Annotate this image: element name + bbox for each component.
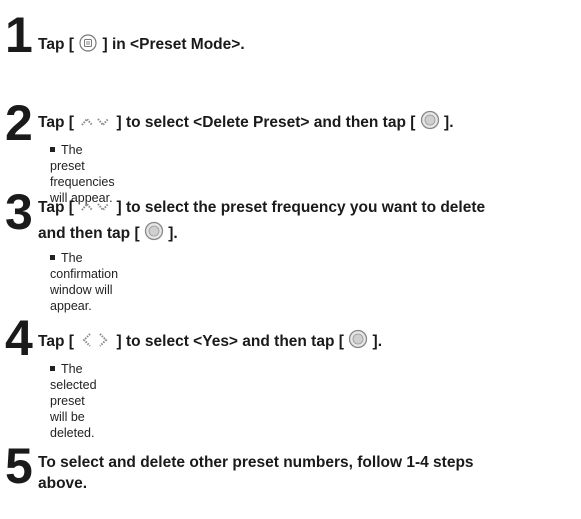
- step-number: 3: [5, 184, 33, 240]
- select-button-icon: [348, 329, 368, 355]
- step-number: 2: [5, 95, 33, 151]
- step-text: To select and delete other preset number…: [38, 454, 474, 492]
- bullet-icon: [50, 147, 55, 152]
- step-number: 5: [5, 438, 33, 494]
- step-note: The selected preset will be deleted.: [50, 362, 97, 440]
- step-number: 4: [5, 310, 33, 366]
- step-number: 1: [5, 7, 33, 63]
- step-note: The confirmation window will appear.: [50, 251, 119, 313]
- select-button-icon: [420, 110, 440, 136]
- step-text: Tap [ ] to select <Delete Preset> and th…: [38, 110, 578, 136]
- select-button-icon: [144, 221, 164, 247]
- step-text: Tap [ ] to select the preset frequency y…: [38, 197, 578, 247]
- up-down-icon: [78, 114, 112, 136]
- bullet-icon: [50, 255, 55, 260]
- step-text: Tap [ ] in <Preset Mode>.: [38, 34, 578, 58]
- left-right-icon: [78, 331, 112, 355]
- up-down-icon: [78, 199, 112, 221]
- bullet-icon: [50, 366, 55, 371]
- step-text: Tap [ ] to select <Yes> and then tap [ ]…: [38, 329, 578, 355]
- menu-icon: [78, 34, 98, 58]
